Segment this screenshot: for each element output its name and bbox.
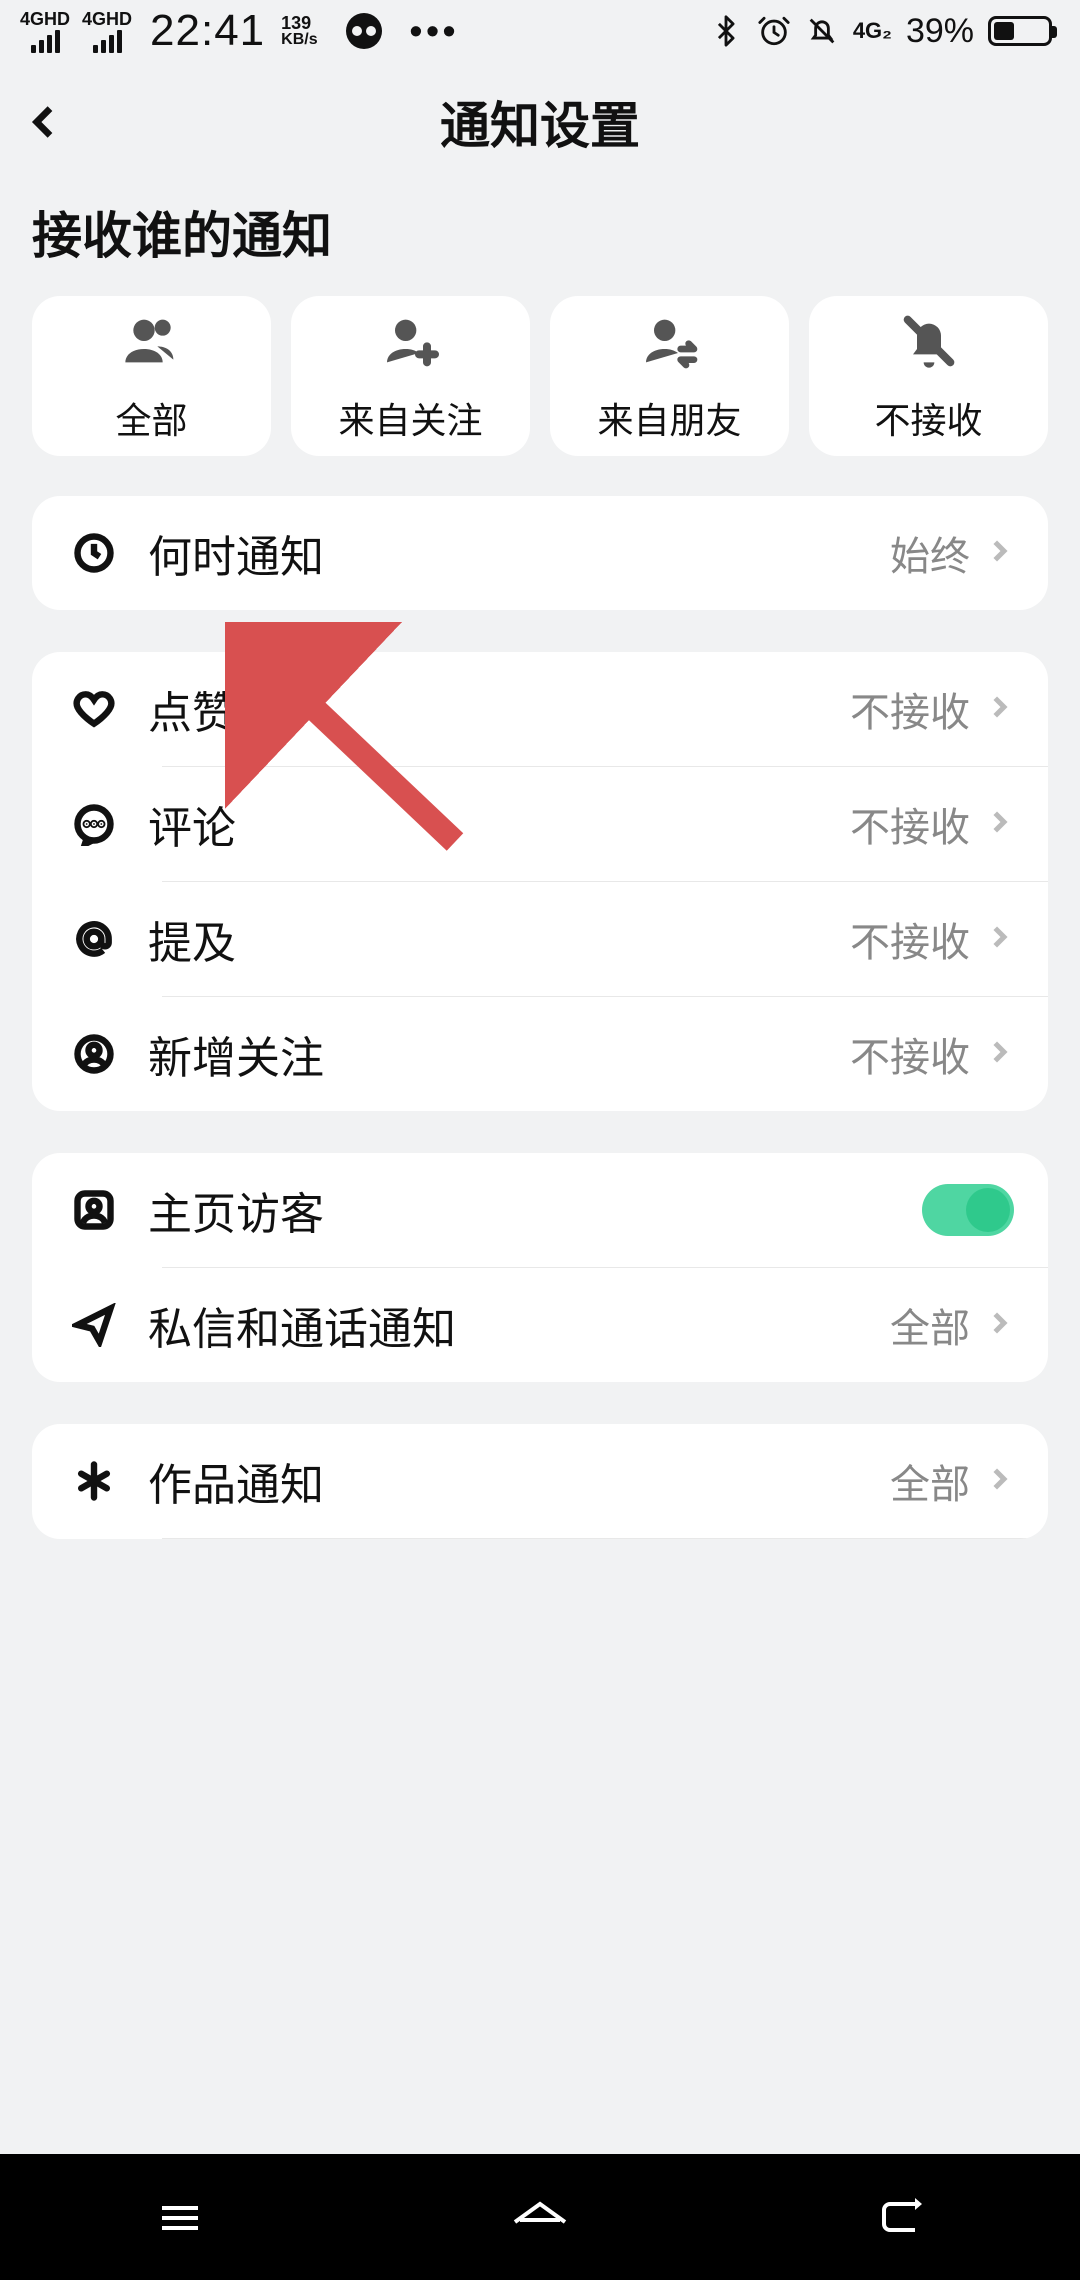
row-new-follow[interactable]: 新增关注 不接收 <box>32 997 1048 1111</box>
wechat-icon <box>346 13 382 49</box>
chevron-right-icon <box>984 1464 1014 1499</box>
mention-label: 提及 <box>148 907 236 971</box>
nav-back-button[interactable] <box>720 2154 1080 2280</box>
source-friends-tile[interactable]: 来自朋友 <box>550 296 789 456</box>
card-interactions: 点赞 不接收 评论 不接收 提及 不接收 <box>32 652 1048 1111</box>
card-visitor-dm: 主页访客 私信和通话通知 全部 <box>32 1153 1048 1382</box>
visitor-label: 主页访客 <box>148 1178 324 1242</box>
source-all-label: 全部 <box>115 392 187 444</box>
new-follow-value: 不接收 <box>850 1025 970 1083</box>
row-works-notify[interactable]: 作品通知 全部 <box>32 1424 1048 1538</box>
bell-off-icon <box>897 309 961 378</box>
card-works: 作品通知 全部 <box>32 1424 1048 1539</box>
person-swap-icon <box>638 309 702 378</box>
dnd-bell-icon <box>805 14 839 48</box>
row-mention[interactable]: 提及 不接收 <box>32 882 1048 996</box>
row-like[interactable]: 点赞 不接收 <box>32 652 1048 766</box>
card-when: 何时通知 始终 <box>32 496 1048 610</box>
chevron-right-icon <box>984 1308 1014 1343</box>
page-title: 通知设置 <box>0 86 1080 158</box>
comment-icon <box>66 802 122 846</box>
status-bar: 4GHD 4GHD 22:41 139 KB/s ••• 4G₂ 39% <box>0 0 1080 62</box>
source-none-tile[interactable]: 不接收 <box>809 296 1048 456</box>
mention-value: 不接收 <box>850 910 970 968</box>
status-time: 22:41 <box>150 6 265 56</box>
net-speed: 139 KB/s <box>281 14 317 48</box>
works-label: 作品通知 <box>148 1449 324 1513</box>
dm-label: 私信和通话通知 <box>148 1293 456 1357</box>
more-status-icon: ••• <box>410 22 460 40</box>
page-header: 通知设置 <box>0 62 1080 182</box>
signal-2: 4GHD <box>82 10 132 53</box>
source-follow-tile[interactable]: 来自关注 <box>291 296 530 456</box>
source-friends-label: 来自朋友 <box>597 392 741 444</box>
row-dm-call[interactable]: 私信和通话通知 全部 <box>32 1268 1048 1382</box>
like-value: 不接收 <box>850 680 970 738</box>
row-comment[interactable]: 评论 不接收 <box>32 767 1048 881</box>
notification-source-tiles: 全部 来自关注 来自朋友 不接收 <box>0 296 1080 496</box>
source-all-tile[interactable]: 全部 <box>32 296 271 456</box>
alarm-icon <box>757 14 791 48</box>
works-value: 全部 <box>890 1452 970 1510</box>
source-follow-label: 来自关注 <box>338 392 482 444</box>
when-label: 何时通知 <box>148 521 324 585</box>
battery-icon <box>988 16 1052 46</box>
person-plus-icon <box>379 309 443 378</box>
row-when-notify[interactable]: 何时通知 始终 <box>32 496 1048 610</box>
comment-label: 评论 <box>148 792 236 856</box>
visitor-toggle[interactable] <box>922 1184 1014 1236</box>
person-square-icon <box>66 1188 122 1232</box>
when-value: 始终 <box>890 524 970 582</box>
chevron-right-icon <box>984 807 1014 842</box>
back-button[interactable] <box>0 62 90 182</box>
chevron-right-icon <box>984 1037 1014 1072</box>
section-heading-source: 接收谁的通知 <box>0 182 1080 296</box>
clock-icon <box>66 531 122 575</box>
person-circle-icon <box>66 1032 122 1076</box>
new-follow-label: 新增关注 <box>148 1022 324 1086</box>
system-nav-bar <box>0 2154 1080 2280</box>
nav-recent-button[interactable] <box>0 2154 360 2280</box>
signal-1: 4GHD <box>20 10 70 53</box>
network-type: 4G₂ <box>853 18 892 44</box>
people-icon <box>120 309 184 378</box>
chevron-right-icon <box>984 922 1014 957</box>
nav-home-button[interactable] <box>360 2154 720 2280</box>
chevron-right-icon <box>984 692 1014 727</box>
battery-percent: 39% <box>906 12 974 51</box>
bluetooth-icon <box>709 14 743 48</box>
source-none-label: 不接收 <box>874 392 982 444</box>
comment-value: 不接收 <box>850 795 970 853</box>
sparkle-icon <box>66 1459 122 1503</box>
at-icon <box>66 917 122 961</box>
dm-value: 全部 <box>890 1296 970 1354</box>
row-profile-visitor[interactable]: 主页访客 <box>32 1153 1048 1267</box>
like-label: 点赞 <box>148 677 236 741</box>
chevron-right-icon <box>984 536 1014 571</box>
paper-plane-icon <box>66 1303 122 1347</box>
heart-icon <box>66 687 122 731</box>
